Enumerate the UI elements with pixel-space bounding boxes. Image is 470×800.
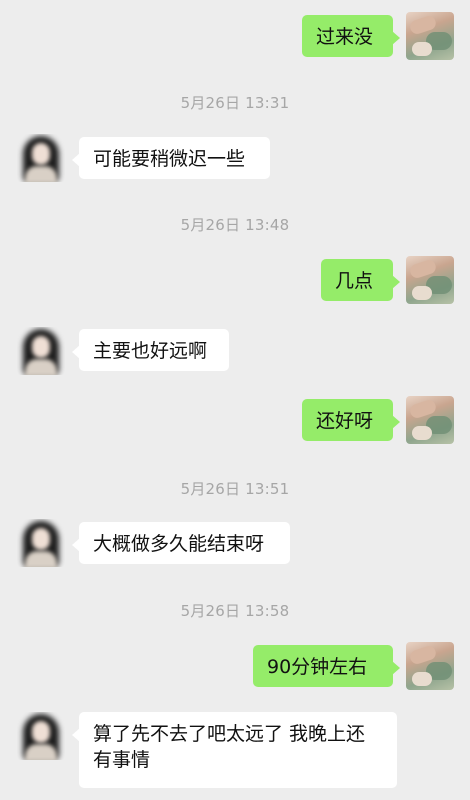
self-avatar-icon[interactable] — [406, 642, 454, 690]
self-avatar-icon[interactable] — [406, 256, 454, 304]
message-bubble-incoming[interactable]: 算了先不去了吧太远了 我晚上还 有事情 — [72, 712, 397, 788]
timestamp: 5月26日 13:51 — [180, 480, 290, 498]
contact-avatar-icon[interactable] — [17, 519, 65, 567]
message-text: 过来没 — [316, 26, 374, 48]
message-bubble-incoming[interactable]: 可能要稍微迟一些 — [72, 137, 270, 179]
message-bubble-incoming[interactable]: 大概做多久能结束呀 — [72, 522, 290, 564]
message-bubble-outgoing[interactable]: 几点 — [321, 259, 400, 301]
message-text: 可能要稍微迟一些 — [93, 148, 246, 170]
timestamp: 5月26日 13:48 — [180, 216, 290, 234]
contact-avatar-icon[interactable] — [17, 712, 65, 760]
chat-area: 过来没 5月26日 13:31 可能要稍微迟一些 5月26日 13:48 几点 … — [0, 0, 470, 800]
message-text: 90分钟左右 — [267, 656, 368, 678]
message-text: 主要也好远啊 — [93, 340, 208, 362]
message-bubble-outgoing[interactable]: 过来没 — [302, 15, 400, 57]
message-bubble-outgoing[interactable]: 还好呀 — [302, 399, 400, 441]
self-avatar-icon[interactable] — [406, 12, 454, 60]
timestamp: 5月26日 13:31 — [180, 94, 290, 112]
message-bubble-incoming[interactable]: 主要也好远啊 — [72, 329, 229, 371]
message-text: 几点 — [335, 270, 374, 292]
contact-avatar-icon[interactable] — [17, 134, 65, 182]
contact-avatar-icon[interactable] — [17, 327, 65, 375]
message-text: 大概做多久能结束呀 — [93, 533, 265, 555]
message-bubble-outgoing[interactable]: 90分钟左右 — [253, 645, 400, 687]
message-text: 还好呀 — [316, 410, 374, 432]
message-text-line: 有事情 — [93, 749, 151, 771]
message-text-line: 算了先不去了吧太远了 我晚上还 — [93, 723, 366, 745]
self-avatar-icon[interactable] — [406, 396, 454, 444]
timestamp: 5月26日 13:58 — [180, 602, 290, 620]
